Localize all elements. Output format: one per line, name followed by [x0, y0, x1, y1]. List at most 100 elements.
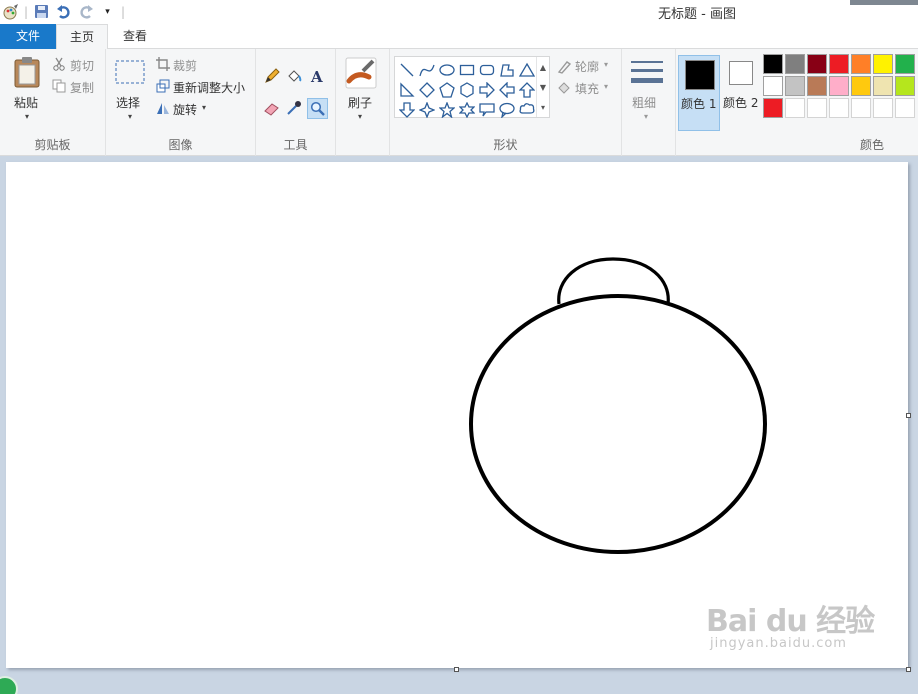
size-label[interactable]: 粗细: [632, 94, 656, 111]
left-arrow-shape-icon[interactable]: [497, 80, 517, 100]
hexagon-shape-icon[interactable]: [457, 80, 477, 100]
oval-callout-shape-icon[interactable]: [497, 100, 517, 120]
six-point-star-shape-icon[interactable]: [457, 100, 477, 120]
polygon-shape-icon[interactable]: [497, 60, 517, 80]
resize-icon: [156, 79, 170, 93]
palette-swatch[interactable]: [873, 54, 893, 74]
cut-button[interactable]: 剪切: [70, 57, 94, 74]
color-picker-icon[interactable]: [285, 99, 303, 117]
tab-home[interactable]: 主页: [56, 24, 108, 50]
colors-group-label: 颜色: [859, 138, 884, 152]
palette-swatch[interactable]: [785, 54, 805, 74]
fill-bucket-icon[interactable]: [285, 67, 303, 85]
right-triangle-shape-icon[interactable]: [397, 80, 417, 100]
outline-button[interactable]: 轮廓: [575, 58, 599, 75]
palette-swatch[interactable]: [851, 76, 871, 96]
palette-swatch[interactable]: [895, 54, 915, 74]
palette-swatch[interactable]: [763, 76, 783, 96]
crop-icon: [156, 57, 170, 71]
fill-dropdown-icon[interactable]: ▾: [604, 82, 608, 91]
select-label[interactable]: 选择: [116, 94, 140, 111]
palette-swatch[interactable]: [829, 76, 849, 96]
crop-button[interactable]: 裁剪: [173, 57, 197, 74]
large-ellipse-stroke: [469, 294, 767, 554]
window-title: 无标题 - 画图: [658, 7, 736, 22]
triangle-shape-icon[interactable]: [517, 60, 537, 80]
curve-shape-icon[interactable]: [417, 60, 437, 80]
cloud-callout-shape-icon[interactable]: [517, 100, 537, 120]
color-2-swatch: [729, 61, 753, 85]
line-shape-icon[interactable]: [397, 60, 417, 80]
eraser-icon[interactable]: [263, 99, 281, 117]
color-2-button[interactable]: 颜色 2: [720, 55, 762, 131]
select-icon[interactable]: [114, 59, 146, 85]
palette-swatch[interactable]: [851, 54, 871, 74]
drawing-canvas[interactable]: Bai du 经验 jingyan.baidu.com: [6, 162, 908, 668]
palette-swatch[interactable]: [785, 76, 805, 96]
tools-group-label: 工具: [283, 138, 308, 152]
tab-view[interactable]: 查看: [110, 24, 160, 49]
image-group-label: 图像: [168, 138, 193, 152]
shapes-scroll-up-icon[interactable]: ▲: [537, 57, 549, 77]
fill-button[interactable]: 填充: [575, 80, 599, 97]
palette-swatch[interactable]: [785, 98, 805, 118]
up-arrow-shape-icon[interactable]: [517, 80, 537, 100]
diamond-shape-icon[interactable]: [417, 80, 437, 100]
select-dropdown-icon[interactable]: ▾: [128, 112, 132, 121]
rotate-button[interactable]: 旋转: [173, 101, 197, 118]
watermark-sub: jingyan.baidu.com: [710, 636, 847, 651]
palette-swatch[interactable]: [873, 76, 893, 96]
canvas-workspace: Bai du 经验 jingyan.baidu.com: [0, 156, 918, 694]
pentagon-shape-icon[interactable]: [437, 80, 457, 100]
palette-swatch[interactable]: [851, 98, 871, 118]
palette-swatch[interactable]: [895, 76, 915, 96]
line-width-icon[interactable]: [630, 57, 664, 87]
status-indicator: [0, 676, 18, 694]
fill-icon: [556, 79, 572, 95]
color-1-button[interactable]: 颜色 1: [678, 55, 720, 131]
copy-button[interactable]: 复制: [70, 79, 94, 96]
shapes-scroll-down-icon[interactable]: ▼: [537, 77, 549, 97]
palette-swatch[interactable]: [829, 54, 849, 74]
brushes-dropdown-icon[interactable]: ▾: [358, 112, 362, 121]
palette-swatch[interactable]: [895, 98, 915, 118]
resize-handle-bottom[interactable]: [454, 667, 459, 672]
palette-swatch[interactable]: [763, 54, 783, 74]
palette-swatch[interactable]: [807, 98, 827, 118]
palette-swatch[interactable]: [829, 98, 849, 118]
rounded-rectangle-shape-icon[interactable]: [477, 60, 497, 80]
scissors-icon: [52, 57, 66, 71]
down-arrow-shape-icon[interactable]: [397, 100, 417, 120]
five-point-star-shape-icon[interactable]: [437, 100, 457, 120]
resize-handle-corner[interactable]: [906, 667, 911, 672]
paste-label[interactable]: 粘贴: [14, 94, 38, 111]
brush-icon[interactable]: [344, 56, 378, 90]
pencil-icon[interactable]: [263, 67, 281, 85]
palette-swatch[interactable]: [873, 98, 893, 118]
paste-icon[interactable]: [12, 55, 42, 89]
resize-handle-right[interactable]: [906, 413, 911, 418]
shapes-more-icon[interactable]: ▾: [537, 97, 549, 117]
oval-shape-icon[interactable]: [437, 60, 457, 80]
outline-dropdown-icon[interactable]: ▾: [604, 60, 608, 69]
palette-swatch[interactable]: [807, 54, 827, 74]
resize-button[interactable]: 重新调整大小: [173, 79, 245, 96]
right-arrow-shape-icon[interactable]: [477, 80, 497, 100]
rectangle-shape-icon[interactable]: [457, 60, 477, 80]
text-tool-icon[interactable]: A: [308, 67, 326, 85]
clipboard-group: 粘贴 ▾ 剪切 复制 剪贴板: [0, 49, 106, 156]
palette-swatch[interactable]: [807, 76, 827, 96]
rotate-dropdown-icon[interactable]: ▾: [202, 103, 206, 112]
tab-file[interactable]: 文件: [0, 24, 56, 49]
rotate-icon: [156, 101, 170, 115]
size-dropdown-icon[interactable]: ▾: [644, 112, 648, 121]
palette-swatch[interactable]: [763, 98, 783, 118]
magnifier-icon[interactable]: [307, 98, 328, 119]
rectangle-callout-shape-icon[interactable]: [477, 100, 497, 120]
tools-group: A 工具: [256, 49, 336, 156]
brushes-label[interactable]: 刷子: [348, 94, 372, 111]
ribbon: 粘贴 ▾ 剪切 复制 剪贴板 选择 ▾ 裁剪 重新调整大小 旋转 ▾ 图像 A …: [0, 49, 918, 156]
four-point-star-shape-icon[interactable]: [417, 100, 437, 120]
paste-dropdown-icon[interactable]: ▾: [25, 112, 29, 121]
svg-text:A: A: [310, 68, 323, 84]
